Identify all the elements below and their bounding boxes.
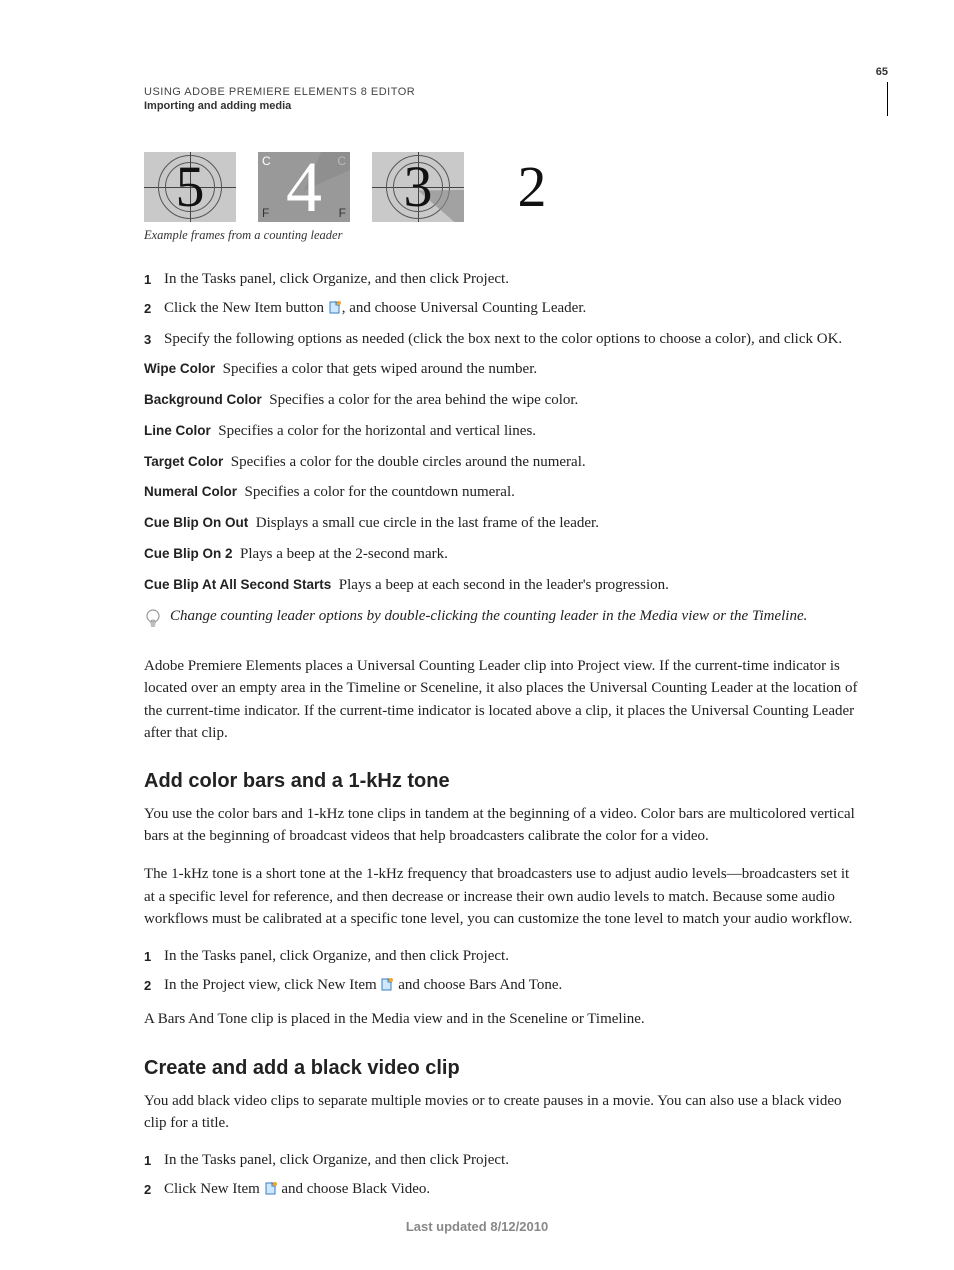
paragraph: You add black video clips to separate mu… <box>144 1090 858 1134</box>
step-1: 1In the Tasks panel, click Organize, and… <box>144 269 858 291</box>
new-item-icon <box>380 977 394 999</box>
def-target-color: Target Color Specifies a color for the d… <box>144 452 858 474</box>
paragraph: You use the color bars and 1-kHz tone cl… <box>144 803 858 847</box>
tip-row: Change counting leader options by double… <box>144 606 858 637</box>
step-2: 2 Click the New Item button , and choose… <box>144 298 858 322</box>
paragraph: A Bars And Tone clip is placed in the Me… <box>144 1008 858 1030</box>
tip-text: Change counting leader options by double… <box>170 606 807 628</box>
heading-color-bars: Add color bars and a 1-kHz tone <box>144 770 858 793</box>
heading-black-video: Create and add a black video clip <box>144 1057 858 1080</box>
frame-3: 3 <box>372 152 464 222</box>
frames-caption: Example frames from a counting leader <box>144 228 858 243</box>
def-wipe-color: Wipe Color Specifies a color that gets w… <box>144 359 858 381</box>
frame-2: 2 <box>486 152 578 222</box>
step-c1: 1In the Tasks panel, click Organize, and… <box>144 1150 858 1172</box>
new-item-icon <box>328 300 342 322</box>
footer-updated: Last updated 8/12/2010 <box>0 1219 954 1234</box>
page: USING ADOBE PREMIERE ELEMENTS 8 EDITOR I… <box>0 0 954 1270</box>
frame-4: CC FF 4 <box>258 152 350 222</box>
step-text: Click the New Item button , and choose U… <box>164 298 858 322</box>
def-cue-blip-on-2: Cue Blip On 2 Plays a beep at the 2-seco… <box>144 544 858 566</box>
def-cue-blip-all-seconds: Cue Blip At All Second Starts Plays a be… <box>144 575 858 597</box>
step-text: In the Tasks panel, click Organize, and … <box>164 269 858 291</box>
paragraph: The 1-kHz tone is a short tone at the 1-… <box>144 863 858 930</box>
def-cue-blip-on-out: Cue Blip On Out Displays a small cue cir… <box>144 513 858 535</box>
running-subtitle: Importing and adding media <box>144 100 858 112</box>
new-item-icon <box>264 1181 278 1203</box>
lightbulb-icon <box>144 606 162 637</box>
step-3: 3Specify the following options as needed… <box>144 329 858 351</box>
def-line-color: Line Color Specifies a color for the hor… <box>144 421 858 443</box>
frame-5: 5 <box>144 152 236 222</box>
paragraph: Adobe Premiere Elements places a Univers… <box>144 655 858 744</box>
step-b2: 2 In the Project view, click New Item an… <box>144 975 858 999</box>
step-text: Specify the following options as needed … <box>164 329 858 351</box>
running-title: USING ADOBE PREMIERE ELEMENTS 8 EDITOR <box>144 86 858 98</box>
step-c2: 2 Click New Item and choose Black Video. <box>144 1179 858 1203</box>
step-b1: 1In the Tasks panel, click Organize, and… <box>144 946 858 968</box>
counting-leader-frames: 5 CC FF 4 3 2 <box>144 152 858 222</box>
page-header: USING ADOBE PREMIERE ELEMENTS 8 EDITOR I… <box>144 86 858 112</box>
def-numeral-color: Numeral Color Specifies a color for the … <box>144 482 858 504</box>
header-rule <box>887 82 888 116</box>
page-number: 65 <box>876 66 888 78</box>
def-background-color: Background Color Specifies a color for t… <box>144 390 858 412</box>
